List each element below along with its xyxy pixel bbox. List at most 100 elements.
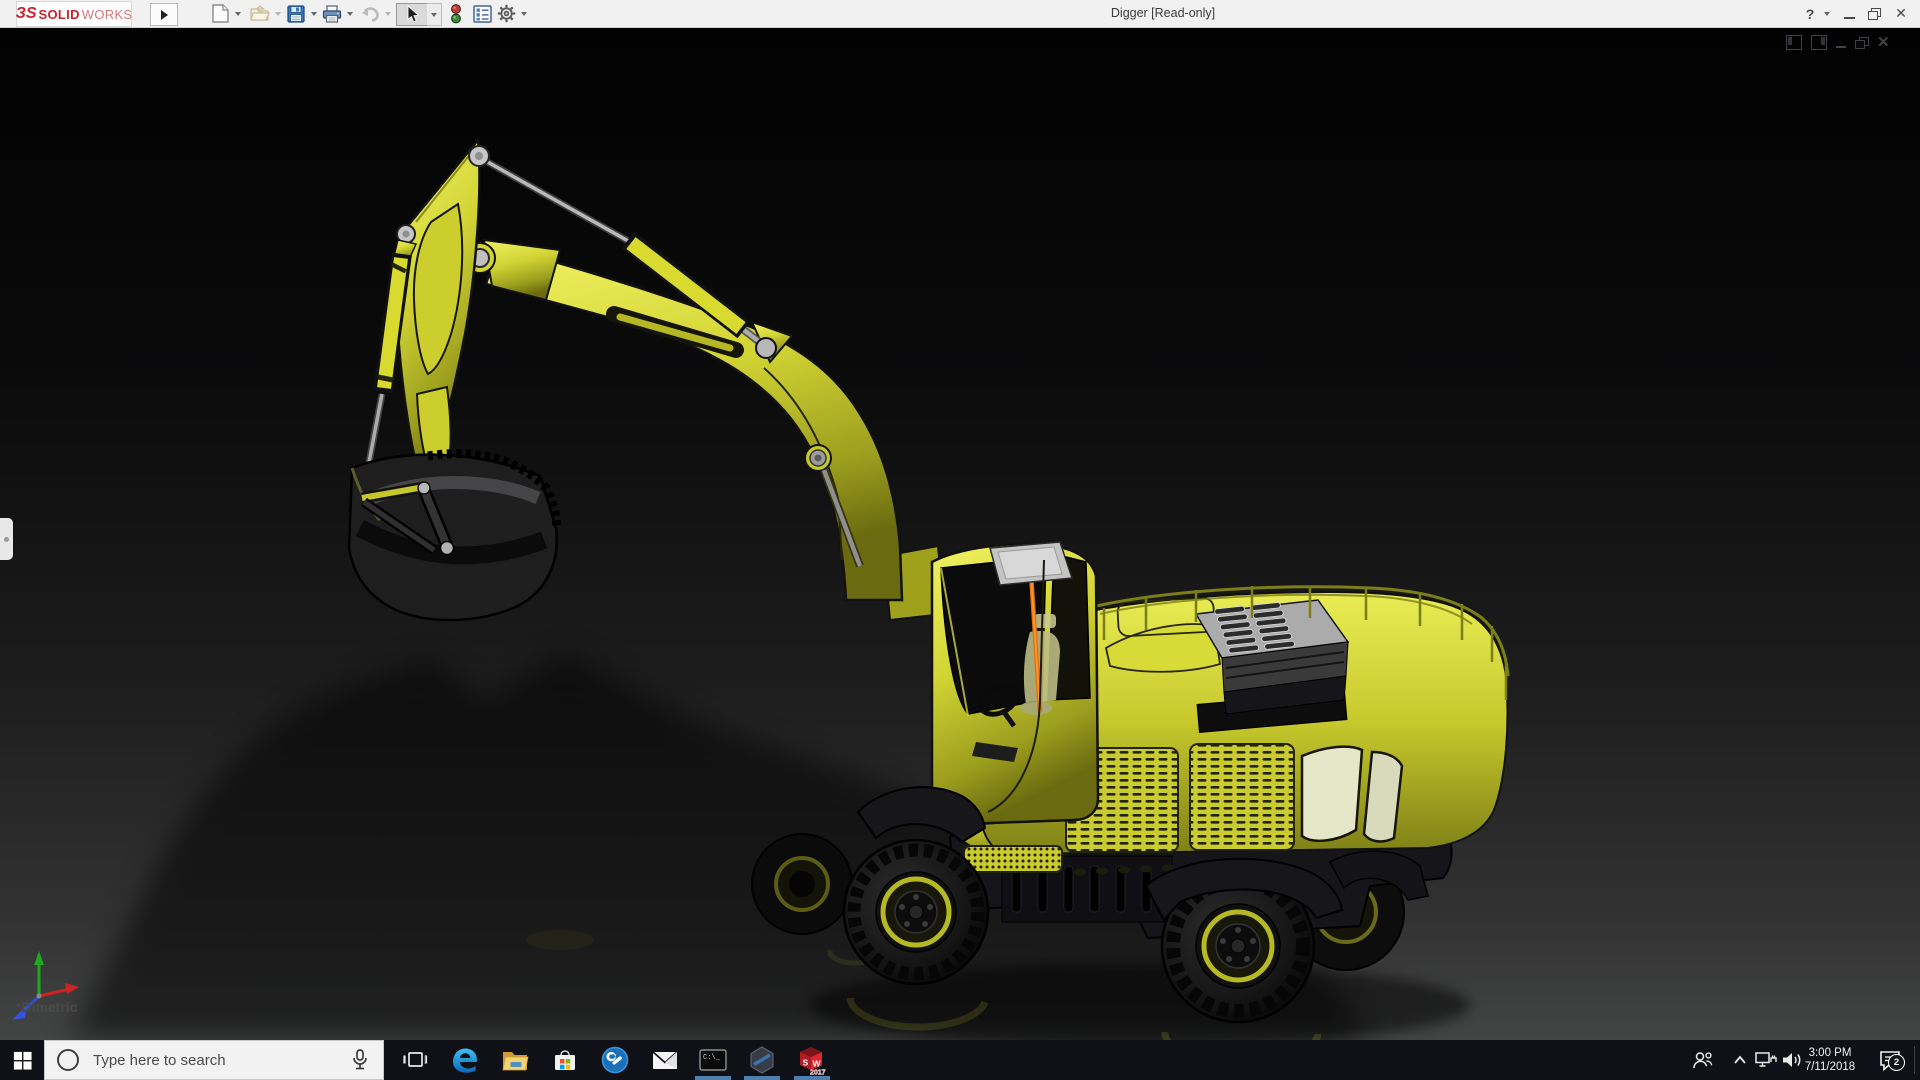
save-button[interactable] — [284, 3, 308, 24]
taskbar-search[interactable] — [44, 1040, 384, 1080]
hexagon-app-icon — [747, 1045, 777, 1075]
help-dropdown[interactable] — [1821, 3, 1832, 24]
edge-button[interactable] — [441, 1040, 489, 1080]
search-input[interactable] — [91, 1051, 347, 1070]
print-dropdown[interactable] — [344, 3, 355, 24]
view-orientation-label: *Dimetric — [16, 999, 77, 1015]
windows-logo-icon — [13, 1051, 32, 1070]
save-dropdown[interactable] — [308, 3, 319, 24]
mail-icon — [650, 1047, 680, 1073]
microphone-icon[interactable] — [347, 1048, 373, 1072]
options-dropdown[interactable] — [518, 3, 529, 24]
select-tool-button[interactable] — [396, 3, 429, 26]
select-tool-dropdown[interactable] — [427, 3, 442, 26]
file-explorer-button[interactable] — [491, 1040, 539, 1080]
gear-icon — [497, 4, 516, 23]
restore-button[interactable] — [1862, 3, 1886, 24]
doc-restore-button[interactable] — [1855, 37, 1868, 49]
undo-arrow-icon — [360, 6, 380, 22]
rebuild-button[interactable] — [446, 3, 466, 24]
file-explorer-icon — [500, 1046, 530, 1074]
print-button[interactable] — [320, 3, 344, 24]
caret-down-icon — [275, 12, 281, 16]
model-canvas[interactable] — [0, 27, 1920, 1040]
store-icon — [550, 1046, 580, 1074]
people-button[interactable] — [1688, 1040, 1716, 1080]
network-button[interactable] — [1752, 1040, 1780, 1080]
open-button[interactable] — [248, 3, 272, 24]
file-properties-icon — [473, 5, 492, 23]
hidden-icons-button[interactable] — [1728, 1040, 1752, 1080]
operator-cab[interactable] — [932, 542, 1098, 824]
caret-down-icon — [385, 12, 391, 16]
help-icon: ? — [1806, 6, 1815, 22]
show-desktop-divider[interactable] — [1914, 1046, 1915, 1074]
edge-icon — [450, 1045, 480, 1075]
chevron-up-icon — [1732, 1053, 1748, 1067]
taskbar-clock[interactable]: 3:00 PM 7/11/2018 — [1800, 1040, 1860, 1080]
options-button[interactable] — [494, 3, 518, 24]
command-prompt-icon: C:\_ — [698, 1046, 728, 1074]
close-icon: ✕ — [1895, 5, 1907, 22]
task-view-button[interactable] — [391, 1040, 439, 1080]
feature-pane-tab[interactable] — [0, 518, 13, 560]
caret-down-icon — [235, 12, 241, 16]
ethernet-icon — [1754, 1049, 1778, 1071]
document-title: Digger [Read-only] — [1111, 6, 1215, 20]
document-window-controls: ✕ — [1786, 35, 1890, 50]
menu-flyout-button[interactable] — [150, 3, 178, 26]
toggle-right-pane-button[interactable] — [1811, 35, 1827, 50]
printer-icon — [322, 5, 342, 23]
brand-solid: SOLID — [39, 7, 80, 22]
new-button[interactable] — [208, 3, 232, 24]
help-button[interactable]: ? — [1800, 3, 1820, 24]
store-button[interactable] — [541, 1040, 589, 1080]
solidworks-logo[interactable]: ЗS SOLIDWORKS — [16, 1, 132, 27]
brand-works: WORKS — [82, 7, 133, 22]
toggle-left-pane-button[interactable] — [1786, 35, 1802, 50]
doc-minimize-button[interactable] — [1836, 46, 1846, 48]
hex-app-button[interactable] — [738, 1040, 786, 1080]
solidworks-logo-glyph: ЗS — [16, 6, 37, 22]
pane-left-icon — [1788, 37, 1792, 45]
cmd-prompt-text: C:\_ — [703, 1054, 721, 1062]
close-button[interactable]: ✕ — [1888, 3, 1914, 24]
clock-date: 7/11/2018 — [1805, 1060, 1855, 1074]
support-assist-button[interactable] — [591, 1040, 639, 1080]
restore-icon — [1868, 8, 1880, 19]
minimize-button[interactable] — [1838, 3, 1860, 24]
save-floppy-icon — [287, 5, 305, 23]
graphics-viewport[interactable]: ✕ — [0, 27, 1920, 1040]
bucket[interactable] — [349, 454, 557, 620]
caret-down-icon — [311, 12, 317, 16]
caret-down-icon — [1824, 12, 1830, 16]
clock-time: 3:00 PM — [1809, 1046, 1852, 1060]
cortana-icon — [57, 1049, 79, 1071]
undo-dropdown[interactable] — [382, 3, 393, 24]
solidworks-2017-icon: S W 2017 — [796, 1044, 828, 1076]
svg-text:S: S — [803, 1058, 809, 1068]
front-wheel[interactable] — [844, 840, 988, 984]
action-center-button[interactable]: 2 — [1872, 1040, 1908, 1080]
caret-down-icon — [347, 12, 353, 16]
task-view-icon — [401, 1047, 429, 1073]
running-indicator-hex — [744, 1076, 780, 1080]
open-dropdown[interactable] — [272, 3, 283, 24]
caret-down-icon — [431, 13, 437, 17]
running-indicator-sw — [794, 1076, 830, 1080]
notification-badge: 2 — [1888, 1054, 1905, 1071]
mail-button[interactable] — [641, 1040, 689, 1080]
solidworks-2017-button[interactable]: S W 2017 — [788, 1040, 836, 1080]
new-dropdown[interactable] — [232, 3, 243, 24]
flyout-arrow-icon — [161, 10, 168, 20]
command-prompt-button[interactable]: C:\_ — [689, 1040, 737, 1080]
running-indicator-cmd — [695, 1076, 731, 1080]
start-button[interactable] — [0, 1040, 44, 1080]
rear-windows — [1302, 747, 1402, 842]
desktop: { "window": { "title": "Digger [Read-onl… — [0, 0, 1920, 1080]
open-folder-icon — [250, 5, 270, 22]
select-cursor-icon — [406, 6, 420, 23]
undo-button[interactable] — [358, 3, 382, 24]
file-properties-button[interactable] — [470, 3, 494, 24]
doc-close-button[interactable]: ✕ — [1877, 36, 1890, 49]
